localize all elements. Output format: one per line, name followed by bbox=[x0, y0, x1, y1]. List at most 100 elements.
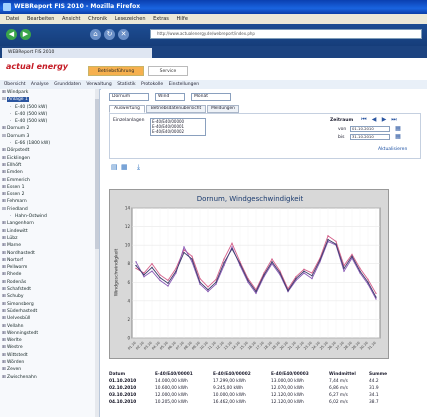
sidebar-item[interactable]: ⊞Dörpstedt bbox=[0, 147, 99, 154]
sidebar-item[interactable]: ⊞Marne bbox=[0, 242, 99, 249]
sidebar-item[interactable]: ⊞Essen 2 bbox=[0, 191, 99, 198]
sidebar-item[interactable]: ⊞Lindewitt bbox=[0, 228, 99, 235]
sidebar-item[interactable]: ⊞Werlte bbox=[0, 337, 99, 344]
home-icon[interactable]: ⌂ bbox=[90, 29, 101, 40]
address-bar[interactable]: http://www.actualenergy.de/webreport/ind… bbox=[150, 29, 422, 39]
table-header-cell[interactable]: Summe bbox=[369, 371, 387, 378]
data-point bbox=[303, 272, 305, 274]
table-header-cell[interactable]: E-40/E40/00002 bbox=[213, 371, 251, 378]
sidebar-item[interactable]: ⊟Friedland bbox=[0, 206, 99, 213]
sidebar-item[interactable]: · E-40 (500 kW) bbox=[0, 104, 99, 111]
sidebar-item[interactable]: · E-66 (1800 kW) bbox=[0, 140, 99, 147]
metric-select[interactable]: Wind bbox=[155, 93, 185, 101]
sidebar-item[interactable]: ⊞Emden bbox=[0, 169, 99, 176]
sidebar-item[interactable]: ⊞Pellworm bbox=[0, 264, 99, 271]
sidebar-item[interactable]: ⊞Eicklingen bbox=[0, 155, 99, 162]
sidebar-item[interactable]: ⊞Zwischenahn bbox=[0, 374, 99, 381]
browser-tab-active[interactable]: WEBReport FIS 2010 bbox=[2, 48, 152, 58]
sidebar-scroll-thumb[interactable] bbox=[95, 99, 99, 249]
anlage-option[interactable]: E-40/E40/00002 bbox=[152, 129, 205, 134]
sidebar-item[interactable]: · E-40 (500 kW) bbox=[0, 118, 99, 125]
submenu-item-einstellungen[interactable]: Einstellungen bbox=[169, 82, 200, 87]
chart-view-icon[interactable]: ▤ bbox=[111, 163, 118, 171]
submenu-item-statistik[interactable]: Statistik bbox=[117, 82, 135, 87]
sidebar-item[interactable]: · Hahn-Ostwind bbox=[0, 213, 99, 220]
tab-betriebsfuehrung[interactable]: Betriebsführung bbox=[88, 66, 144, 76]
prev-period-icon[interactable]: ◀ bbox=[370, 116, 378, 123]
sidebar-item[interactable]: ⊟Dornum 3 bbox=[0, 133, 99, 140]
sidebar-scrollbar[interactable] bbox=[95, 89, 99, 417]
last-period-icon[interactable]: ⏭ bbox=[390, 116, 398, 123]
sidebar-item[interactable]: ⊞Rhede bbox=[0, 271, 99, 278]
table-header-cell[interactable]: E-40/E40/00001 bbox=[155, 371, 193, 378]
data-point bbox=[255, 290, 257, 293]
back-arrow-icon[interactable]: ◀ bbox=[6, 29, 17, 40]
browser-toolbar: ◀ ▶ ⌂ ↻ ✕ http://www.actualenergy.de/web… bbox=[0, 24, 427, 46]
submenu-item-grunddaten[interactable]: Grunddaten bbox=[54, 82, 81, 87]
sidebar-item[interactable]: ⊞Wittstedt bbox=[0, 352, 99, 359]
sidebar-item[interactable]: ⊞Emmerich bbox=[0, 177, 99, 184]
sidebar-item[interactable]: ⊞Lübz bbox=[0, 235, 99, 242]
table-header-cell[interactable]: E-40/E40/00003 bbox=[271, 371, 309, 378]
submenu-item-uebersicht[interactable]: Übersicht bbox=[4, 82, 25, 87]
submenu-item-analyse[interactable]: Analyse bbox=[31, 82, 49, 87]
sidebar-item[interactable]: ⊞Uelvesbüll bbox=[0, 315, 99, 322]
sidebar-item[interactable]: ⊞Wörden bbox=[0, 359, 99, 366]
sidebar-item[interactable]: ⊞Essen 1 bbox=[0, 184, 99, 191]
sidebar-item[interactable]: ⊞Zeven bbox=[0, 366, 99, 373]
sidebar-item[interactable]: ⊞Simonsberg bbox=[0, 301, 99, 308]
reload-icon[interactable]: ↻ bbox=[104, 29, 115, 40]
sidebar-item[interactable]: ⊞Vellahn bbox=[0, 323, 99, 330]
sidebar-item[interactable]: ⊞Schafstedt bbox=[0, 286, 99, 293]
sidebar-item[interactable]: ⊞Schuby bbox=[0, 293, 99, 300]
period-select[interactable]: Monat bbox=[191, 93, 231, 101]
sidebar-item[interactable]: ⊞Rodenäs bbox=[0, 279, 99, 286]
menu-bookmarks[interactable]: Lesezeichen bbox=[115, 16, 146, 22]
first-period-icon[interactable]: ⏮ bbox=[360, 116, 368, 123]
data-point bbox=[207, 286, 209, 288]
sidebar-item[interactable]: ⊟ Anlage 1 bbox=[0, 96, 99, 103]
sidebar-item[interactable]: ⊞Langenhorn bbox=[0, 220, 99, 227]
sidebar-item[interactable]: · E-40 (500 kW) bbox=[0, 111, 99, 118]
menu-help[interactable]: Hilfe bbox=[177, 16, 188, 22]
sidebar-item[interactable]: ⊞Westre bbox=[0, 344, 99, 351]
data-point bbox=[167, 279, 169, 282]
table-header-cell[interactable]: Datum bbox=[109, 371, 125, 378]
bis-calendar-icon[interactable]: ▦ bbox=[394, 133, 402, 140]
menu-file[interactable]: Datei bbox=[6, 16, 19, 22]
sidebar-item[interactable]: ⊞Wenningstedt bbox=[0, 330, 99, 337]
bis-date-input[interactable]: 31.10.2010 bbox=[350, 134, 390, 140]
table-view-icon[interactable]: ▦ bbox=[121, 163, 128, 171]
park-select[interactable]: Dornum bbox=[109, 93, 149, 101]
sidebar-item[interactable]: ⊞Dornum 2 bbox=[0, 125, 99, 132]
stop-icon[interactable]: ✕ bbox=[118, 29, 129, 40]
sidebar-item[interactable]: ⊞Ellhöft bbox=[0, 162, 99, 169]
forward-arrow-icon[interactable]: ▶ bbox=[20, 29, 31, 40]
data-point bbox=[231, 242, 233, 244]
sidebar-item[interactable]: ⊞Süderhastedt bbox=[0, 308, 99, 315]
tab-auswertung[interactable]: Auswertung bbox=[109, 105, 145, 113]
menu-edit[interactable]: Bearbeiten bbox=[27, 16, 54, 22]
menu-view[interactable]: Ansicht bbox=[62, 16, 80, 22]
tab-service[interactable]: Service bbox=[148, 66, 188, 76]
tab-betriebsdaten[interactable]: Betriebsdatenübersicht bbox=[146, 105, 206, 113]
sidebar-item[interactable]: ⊞Windpark bbox=[0, 89, 99, 96]
submenu-item-verwaltung[interactable]: Verwaltung bbox=[86, 82, 111, 87]
sidebar-item[interactable]: ⊞Nordhastedt bbox=[0, 250, 99, 257]
table-cell: 31.9 bbox=[369, 386, 379, 391]
sidebar-item[interactable]: ⊞Fehmarn bbox=[0, 198, 99, 205]
von-calendar-icon[interactable]: ▦ bbox=[394, 125, 402, 132]
data-point bbox=[367, 278, 369, 281]
anlagen-listbox[interactable]: E-40/E40/00000 E-40/E40/00001 E-40/E40/0… bbox=[150, 118, 206, 136]
sidebar-item[interactable]: ⊞Nortorf bbox=[0, 257, 99, 264]
menu-tools[interactable]: Extras bbox=[153, 16, 169, 22]
table-header-cell[interactable]: Windmittel bbox=[329, 371, 356, 378]
update-button[interactable]: Aktualisieren bbox=[378, 147, 407, 152]
next-period-icon[interactable]: ▶ bbox=[380, 116, 388, 123]
menu-history[interactable]: Chronik bbox=[88, 16, 107, 22]
von-date-input[interactable]: 01.10.2010 bbox=[350, 126, 390, 132]
export-icon[interactable]: ⤓ bbox=[137, 163, 140, 172]
tab-meldungen[interactable]: Meldungen bbox=[207, 105, 239, 113]
submenu-item-protokolle[interactable]: Protokolle bbox=[141, 82, 163, 87]
sidebar-item-label: Dörpstedt bbox=[7, 148, 30, 154]
